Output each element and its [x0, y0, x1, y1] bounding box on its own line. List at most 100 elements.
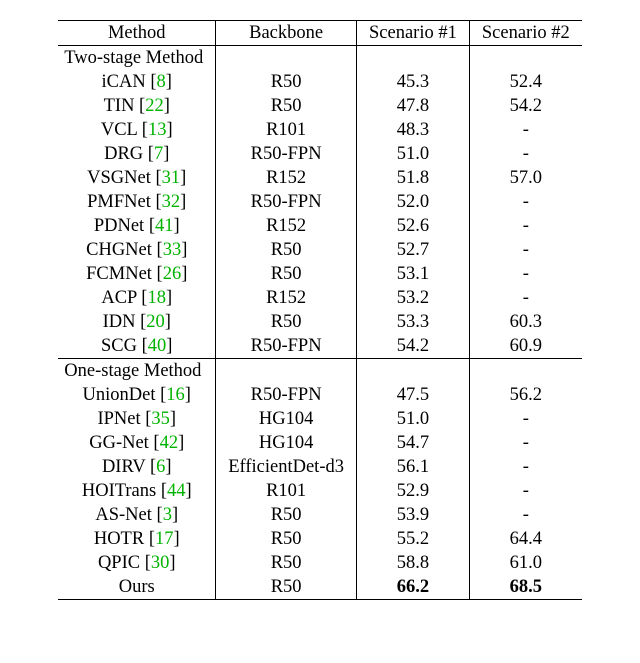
citation-link[interactable]: 6: [156, 457, 165, 477]
method-cell: DRG [7]: [58, 142, 215, 166]
scenario2-cell: -: [469, 503, 581, 527]
citation-link[interactable]: 42: [160, 433, 179, 453]
method-cell: Ours: [58, 575, 215, 600]
scenario1-cell: 53.9: [357, 503, 470, 527]
scenario2-cell: -: [469, 142, 581, 166]
citation-link[interactable]: 8: [157, 72, 166, 92]
scenario2-cell: -: [469, 190, 581, 214]
scenario2-cell: 60.9: [469, 334, 581, 359]
table-row: QPIC [30]R5058.861.0: [58, 551, 581, 575]
scenario1-cell: 52.0: [357, 190, 470, 214]
citation-link[interactable]: 35: [151, 409, 170, 429]
backbone-cell: R50: [216, 527, 357, 551]
backbone-cell: R50-FPN: [216, 383, 357, 407]
scenario2-cell: -: [469, 479, 581, 503]
citation-link[interactable]: 18: [147, 288, 166, 308]
citation-link[interactable]: 17: [155, 529, 174, 549]
scenario2-cell: -: [469, 214, 581, 238]
citation-link[interactable]: 20: [146, 312, 165, 332]
citation-link[interactable]: 40: [148, 336, 167, 356]
citation-link[interactable]: 13: [148, 120, 167, 140]
scenario2-cell: -: [469, 286, 581, 310]
table-row: SCG [40]R50-FPN54.260.9: [58, 334, 581, 359]
backbone-cell: R50: [216, 94, 357, 118]
empty-cell: [469, 359, 581, 384]
citation-link[interactable]: 22: [145, 96, 164, 116]
method-cell: UnionDet [16]: [58, 383, 215, 407]
method-cell: HOTR [17]: [58, 527, 215, 551]
scenario1-cell: 51.8: [357, 166, 470, 190]
table-row: CHGNet [33]R5052.7-: [58, 238, 581, 262]
scenario2-cell: -: [469, 455, 581, 479]
backbone-cell: R152: [216, 286, 357, 310]
section-header-row: One-stage Method: [58, 359, 581, 384]
backbone-cell: R50: [216, 503, 357, 527]
method-cell: CHGNet [33]: [58, 238, 215, 262]
scenario2-cell: -: [469, 238, 581, 262]
backbone-cell: R50: [216, 575, 357, 600]
citation-link[interactable]: 44: [167, 481, 186, 501]
scenario1-cell: 53.2: [357, 286, 470, 310]
backbone-cell: R50: [216, 238, 357, 262]
method-cell: SCG [40]: [58, 334, 215, 359]
scenario1-cell: 47.5: [357, 383, 470, 407]
method-cell: PMFNet [32]: [58, 190, 215, 214]
scenario1-cell: 47.8: [357, 94, 470, 118]
backbone-cell: EfficientDet-d3: [216, 455, 357, 479]
scenario1-cell: 53.1: [357, 262, 470, 286]
citation-link[interactable]: 33: [163, 240, 182, 260]
scenario1-cell: 66.2: [357, 575, 470, 600]
citation-link[interactable]: 32: [162, 192, 181, 212]
table-row: iCAN [8]R5045.352.4: [58, 70, 581, 94]
table-row: GG-Net [42]HG10454.7-: [58, 431, 581, 455]
backbone-cell: R152: [216, 214, 357, 238]
header-scenario1: Scenario #1: [357, 21, 470, 46]
scenario2-cell: 52.4: [469, 70, 581, 94]
scenario2-cell: -: [469, 431, 581, 455]
citation-link[interactable]: 41: [155, 216, 174, 236]
citation-link[interactable]: 30: [151, 553, 170, 573]
table-row: DIRV [6]EfficientDet-d356.1-: [58, 455, 581, 479]
scenario2-cell: 57.0: [469, 166, 581, 190]
method-cell: PDNet [41]: [58, 214, 215, 238]
section-title: One-stage Method: [58, 359, 215, 384]
method-cell: FCMNet [26]: [58, 262, 215, 286]
scenario1-cell: 53.3: [357, 310, 470, 334]
citation-link[interactable]: 16: [166, 385, 185, 405]
method-cell: HOITrans [44]: [58, 479, 215, 503]
scenario1-cell: 52.6: [357, 214, 470, 238]
empty-cell: [357, 359, 470, 384]
table-row: PDNet [41]R15252.6-: [58, 214, 581, 238]
table-row: ACP [18]R15253.2-: [58, 286, 581, 310]
method-cell: VCL [13]: [58, 118, 215, 142]
scenario2-cell: 64.4: [469, 527, 581, 551]
citation-link[interactable]: 26: [163, 264, 182, 284]
method-cell: IPNet [35]: [58, 407, 215, 431]
scenario1-cell: 58.8: [357, 551, 470, 575]
citation-link[interactable]: 3: [163, 505, 172, 525]
table-row: HOITrans [44]R10152.9-: [58, 479, 581, 503]
scenario1-cell: 54.7: [357, 431, 470, 455]
table-row: IDN [20]R5053.360.3: [58, 310, 581, 334]
method-cell: GG-Net [42]: [58, 431, 215, 455]
section-title: Two-stage Method: [58, 46, 215, 71]
method-cell: VSGNet [31]: [58, 166, 215, 190]
backbone-cell: HG104: [216, 431, 357, 455]
backbone-cell: R101: [216, 479, 357, 503]
scenario2-cell: 61.0: [469, 551, 581, 575]
table-row: AS-Net [3]R5053.9-: [58, 503, 581, 527]
header-method: Method: [58, 21, 215, 46]
scenario1-cell: 56.1: [357, 455, 470, 479]
backbone-cell: R50-FPN: [216, 190, 357, 214]
table-row: UnionDet [16]R50-FPN47.556.2: [58, 383, 581, 407]
citation-link[interactable]: 7: [154, 144, 163, 164]
table-row: FCMNet [26]R5053.1-: [58, 262, 581, 286]
table-row: PMFNet [32]R50-FPN52.0-: [58, 190, 581, 214]
citation-link[interactable]: 31: [162, 168, 181, 188]
scenario1-cell: 51.0: [357, 142, 470, 166]
scenario2-cell: -: [469, 262, 581, 286]
scenario1-cell: 52.7: [357, 238, 470, 262]
results-table: Method Backbone Scenario #1 Scenario #2 …: [58, 20, 581, 600]
section-header-row: Two-stage Method: [58, 46, 581, 71]
table-row: VCL [13]R10148.3-: [58, 118, 581, 142]
